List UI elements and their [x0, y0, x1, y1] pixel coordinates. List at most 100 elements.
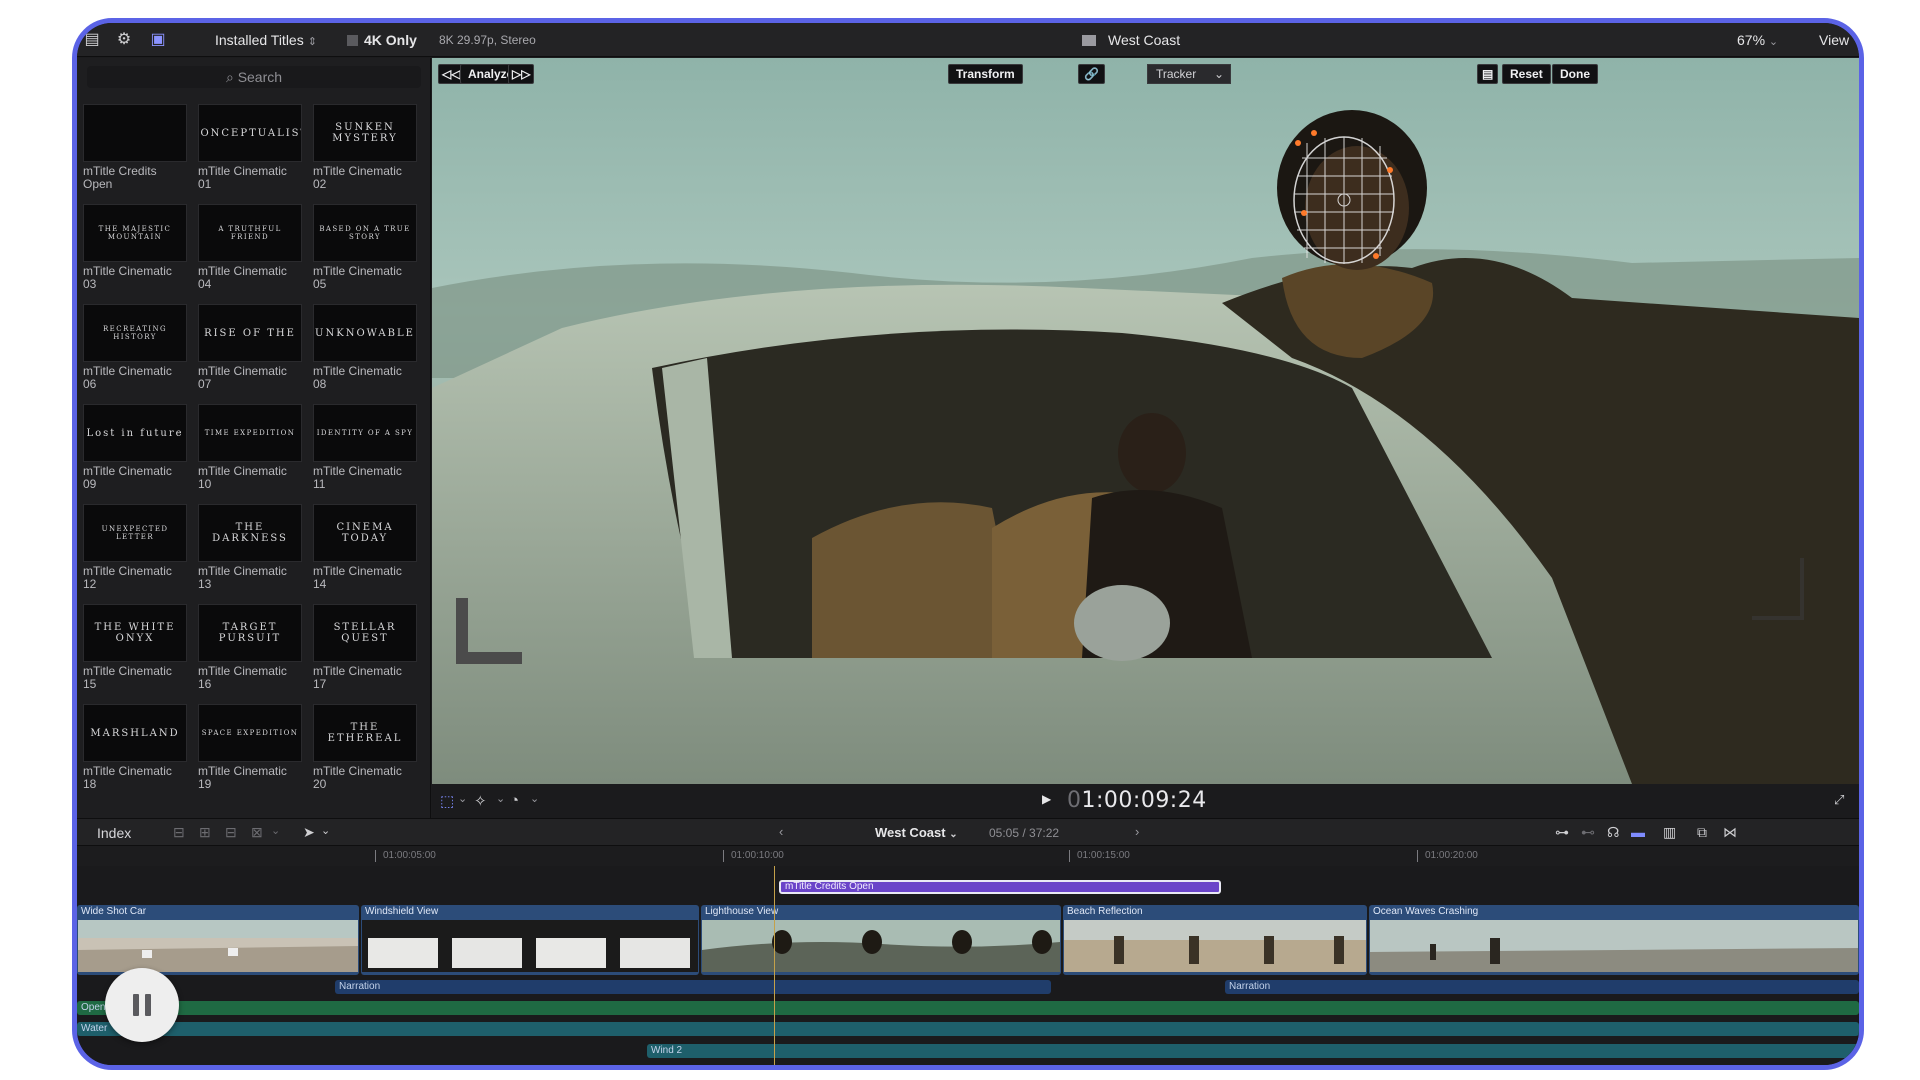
narration-audio-clip[interactable]: Narration	[335, 980, 1051, 994]
timeline-ruler[interactable]: 01:00:05:00 01:00:10:00 01:00:15:00 01:0…	[77, 846, 1859, 866]
library-icon[interactable]: ▤	[81, 29, 103, 51]
title-thumbnail-item[interactable]: THE DARKNESS mTitle Cinematic 13	[198, 504, 302, 596]
title-thumbnail-item[interactable]: THE MAJESTIC MOUNTAIN mTitle Cinematic 03	[83, 204, 187, 296]
title-thumbnail-item[interactable]: A TRUTHFUL FRIEND mTitle Cinematic 04	[198, 204, 302, 296]
chevron-down-icon[interactable]: ⌄	[530, 792, 539, 805]
ruler-tick: 01:00:15:00	[1069, 850, 1130, 862]
view-menu[interactable]: View	[1819, 32, 1849, 48]
chevron-down-icon[interactable]: ⌄	[321, 824, 330, 837]
play-icon[interactable]: ▶	[1042, 792, 1051, 806]
title-thumbnail-item[interactable]: CINEMA TODAY mTitle Cinematic 14	[313, 504, 417, 596]
title-clip[interactable]: mTitle Credits Open	[779, 880, 1221, 894]
transform-button[interactable]: Transform	[948, 64, 1023, 84]
title-thumbnail-preview: THE ETHEREAL	[313, 704, 417, 762]
title-thumbnail-item[interactable]: CONCEPTUALISTmTitle Cinematic 01	[198, 104, 302, 196]
enhance-wand-icon[interactable]: ✧	[474, 792, 487, 810]
headphones-icon[interactable]: ☊	[1607, 824, 1619, 841]
pause-button[interactable]	[105, 968, 179, 1042]
snapping-icon[interactable]: ▬	[1631, 824, 1645, 840]
water-audio-clip[interactable]: Water	[77, 1022, 1859, 1036]
titles-generators-icon[interactable]: ▣	[147, 29, 169, 51]
insert-clip-icon[interactable]: ⊞	[199, 824, 211, 841]
photos-audio-icon[interactable]: ⚙	[113, 29, 135, 51]
title-thumbnail-caption: mTitle Cinematic 06	[83, 364, 172, 391]
title-thumbnail-item[interactable]: SPACE EXPEDITION mTitle Cinematic 19	[198, 704, 302, 796]
wind-audio-clip[interactable]: Wind 2	[647, 1044, 1859, 1058]
title-thumbnail-item[interactable]: Lost in future mTitle Cinematic 09	[83, 404, 187, 496]
title-thumbnail-item[interactable]: THE ETHEREAL mTitle Cinematic 20	[313, 704, 417, 796]
title-thumbnail-preview: RISE OF THE	[198, 304, 302, 362]
chevron-down-icon: ⌄	[1213, 67, 1224, 81]
viewer-playback-bar: ⬚ ⌄ ✧ ⌄ ◔ ⌄ ▶ 01:00:09:24 ⤢	[432, 784, 1859, 818]
title-thumbnail-item[interactable]: RECREATING HISTORY mTitle Cinematic 06	[83, 304, 187, 396]
title-thumbnail-item[interactable]: THE WHITE ONYX mTitle Cinematic 15	[83, 604, 187, 696]
forward-arrow-icon[interactable]: ›	[1135, 824, 1139, 839]
speed-gauge-icon[interactable]: ◔	[510, 792, 519, 809]
video-clip[interactable]: Beach Reflection	[1063, 905, 1367, 975]
title-thumbnail-item[interactable]: mTitle Credits Open	[83, 104, 187, 196]
video-clip[interactable]: Ocean Waves Crashing	[1369, 905, 1859, 975]
timeline-project-label: West Coast	[875, 825, 946, 840]
title-thumbnail-item[interactable]: UNKNOWABLE mTitle Cinematic 08	[313, 304, 417, 396]
title-thumbnail-caption: mTitle Cinematic 01	[198, 164, 287, 191]
effects-browser-icon[interactable]: ⧉	[1697, 824, 1707, 841]
clip-filmstrip	[78, 920, 358, 972]
opening-audio-clip[interactable]: Opening	[77, 1001, 1859, 1015]
title-thumbnail-item[interactable]: TARGET PURSUIT mTitle Cinematic 16	[198, 604, 302, 696]
timeline-duration: 05:05 / 37:22	[989, 826, 1060, 840]
title-thumbnail-item[interactable]: RISE OF THE mTitle Cinematic 07	[198, 304, 302, 396]
title-thumbnail-preview: THE WHITE ONYX	[83, 604, 187, 662]
title-thumbnail-item[interactable]: STELLAR QUEST mTitle Cinematic 17	[313, 604, 417, 696]
title-thumbnail-preview: Lost in future	[83, 404, 187, 462]
title-thumbnail-preview: STELLAR QUEST	[313, 604, 417, 662]
skimming-icon[interactable]: ⊶	[1555, 824, 1569, 841]
chevron-down-icon[interactable]: ⌄	[458, 792, 467, 805]
clip-label: Beach Reflection	[1067, 906, 1143, 917]
ruler-tick: 01:00:10:00	[723, 850, 784, 862]
title-thumbnail-item[interactable]: TIME EXPEDITION mTitle Cinematic 10	[198, 404, 302, 496]
title-thumbnail-item[interactable]: MARSHLAND mTitle Cinematic 18	[83, 704, 187, 796]
fullscreen-icon[interactable]: ⤢	[1834, 792, 1844, 808]
format-info: 8K 29.97p, Stereo	[439, 33, 536, 47]
reset-button[interactable]: Reset	[1502, 64, 1551, 84]
title-thumbnail-preview: SUNKEN MYSTERY	[313, 104, 417, 162]
ruler-tick: 01:00:20:00	[1417, 850, 1478, 862]
tracker-dropdown[interactable]: Tracker ⌄	[1147, 64, 1231, 84]
transitions-icon[interactable]: ⋈	[1723, 824, 1737, 841]
title-thumbnail-item[interactable]: SUNKEN MYSTERY mTitle Cinematic 02	[313, 104, 417, 196]
title-thumbnail-preview: CINEMA TODAY	[313, 504, 417, 562]
append-clip-icon[interactable]: ⊟	[225, 824, 237, 841]
title-thumbnail-item[interactable]: UNEXPECTED LETTER mTitle Cinematic 12	[83, 504, 187, 596]
link-icon[interactable]: 🔗	[1078, 64, 1105, 84]
clip-label: Ocean Waves Crashing	[1373, 906, 1479, 917]
video-clip[interactable]: Windshield View	[361, 905, 699, 975]
clip-label: Wide Shot Car	[81, 906, 147, 917]
chevron-down-icon[interactable]: ⌄	[496, 792, 505, 805]
title-thumbnail-caption: mTitle Credits Open	[83, 164, 157, 191]
overlay-icon[interactable]: ▤	[1477, 64, 1499, 84]
title-thumbnail-item[interactable]: BASED ON A TRUE STORY mTitle Cinematic 05	[313, 204, 417, 296]
zoom-dropdown[interactable]: 67% ⌄	[1737, 32, 1778, 48]
chevron-down-icon[interactable]: ⌄	[271, 824, 280, 837]
clip-appearance-icon[interactable]: ▥	[1663, 824, 1676, 841]
index-button[interactable]: Index	[97, 825, 131, 841]
search-input[interactable]: ⌕ Search	[87, 66, 421, 88]
title-thumbnail-item[interactable]: IDENTITY OF A SPY mTitle Cinematic 11	[313, 404, 417, 496]
playhead[interactable]	[774, 866, 775, 1065]
title-thumbnail-caption: mTitle Cinematic 10	[198, 464, 287, 491]
4k-only-checkbox[interactable]: 4K Only	[347, 32, 417, 48]
back-arrow-icon[interactable]: ‹	[779, 824, 783, 839]
audio-skimming-icon[interactable]: ⊷	[1581, 824, 1595, 841]
done-button[interactable]: Done	[1552, 64, 1598, 84]
narration-audio-clip[interactable]: Narration	[1225, 980, 1859, 994]
video-clip[interactable]: Wide Shot Car	[77, 905, 359, 975]
overwrite-clip-icon[interactable]: ⊠	[251, 824, 263, 841]
installed-titles-label: Installed Titles	[215, 32, 304, 48]
track-forward-button[interactable]: ▷▷	[508, 64, 535, 84]
select-tool-icon[interactable]: ➤	[303, 824, 315, 841]
connect-clip-icon[interactable]: ⊟	[173, 824, 185, 841]
video-clip[interactable]: Lighthouse View	[701, 905, 1061, 975]
transform-tool-icon[interactable]: ⬚	[440, 792, 454, 810]
installed-titles-dropdown[interactable]: Installed Titles ⇕	[215, 32, 317, 48]
timeline-project-dropdown[interactable]: West Coast ⌄	[875, 825, 958, 840]
